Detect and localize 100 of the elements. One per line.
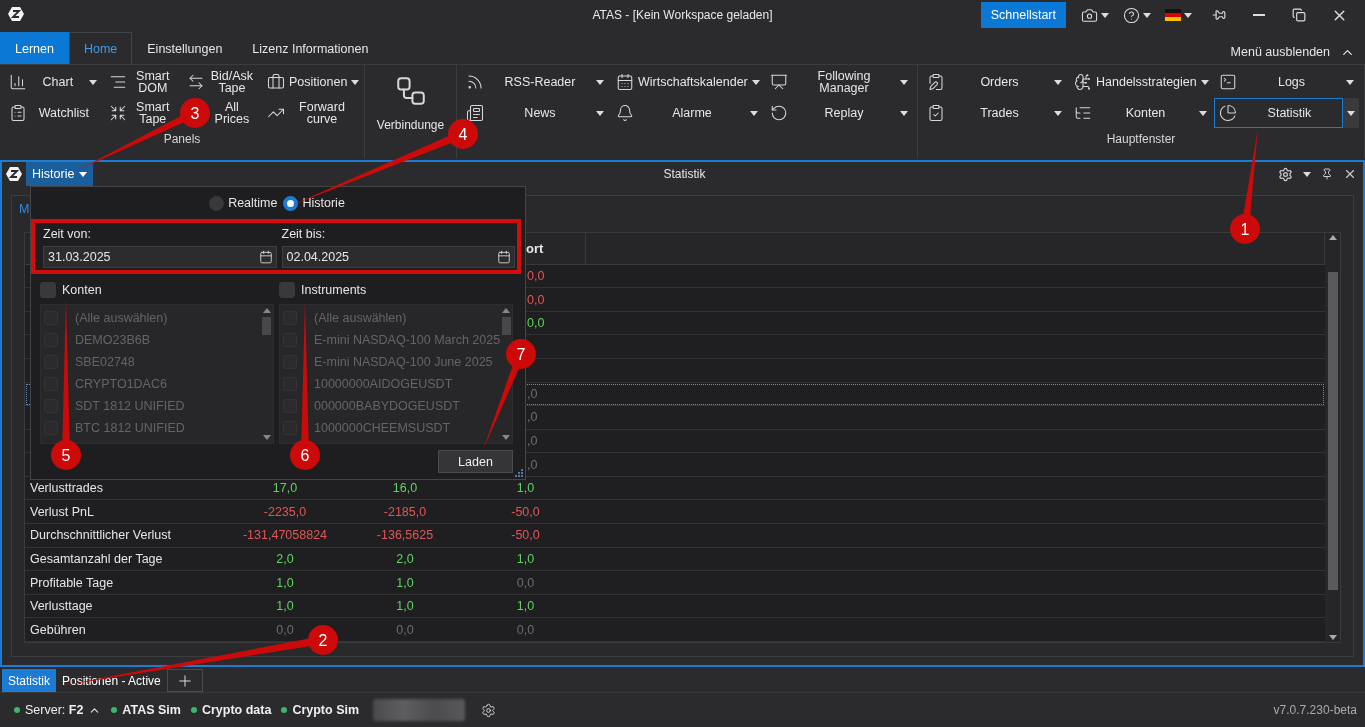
column-heading: ort [525,240,544,256]
ribbon-button[interactable]: Smart DOM [103,67,180,97]
flag-icon [1165,9,1181,21]
caret-icon [1143,12,1151,18]
panel-tab[interactable]: M [19,199,30,221]
ribbon-button[interactable]: Replay [765,98,913,128]
radio-label[interactable]: Historie [302,196,345,210]
ribbon-button[interactable]: Alarme [611,98,763,128]
close-icon[interactable] [1343,167,1357,181]
scrollbar[interactable] [1325,233,1340,642]
ribbon-button[interactable]: News [461,98,609,128]
caret-icon [88,79,97,85]
scroll-thumb[interactable] [501,317,511,335]
scroll-down-icon[interactable] [262,435,271,440]
document-tab[interactable]: Statistik [2,669,56,692]
table-cell: 2,0 [276,551,294,566]
ribbon-button[interactable]: Trades [922,98,1067,128]
table-cell: 1,0 [396,575,414,590]
dropdown-button[interactable] [1343,98,1359,128]
calendar-icon[interactable] [258,250,273,264]
table-cell-text: Verlust PnL [29,504,95,519]
ribbon-button[interactable]: Statistik [1214,98,1343,128]
scroll-down-icon[interactable] [502,435,511,440]
ribbon-button[interactable]: Following Manager [765,67,913,97]
resize-grip-icon[interactable] [514,468,523,477]
ribbon-button[interactable]: Smart Tape [103,98,180,128]
callout-tooltip: 1 [1230,128,1260,244]
scroll-thumb[interactable] [1327,272,1338,590]
table-cell: 1,0 [396,599,414,614]
radio-button[interactable] [209,195,225,211]
table-cell: 0,0 [516,575,535,590]
connection-label[interactable]: Crypto Sim [292,703,360,717]
help-icon [1123,6,1140,24]
table-cell: 0,0 [396,622,414,637]
caret-icon [1199,110,1207,116]
mode-dropdown[interactable]: Historie [26,162,94,186]
scroll-up-icon[interactable] [262,308,271,313]
ribbon-button[interactable]: Forward curve [262,98,360,128]
table-cell-text: Durchschnittlicher Verlust [29,528,173,543]
ribbon-tab[interactable]: Home [68,32,133,64]
ribbon-button[interactable]: Positionen [262,67,365,97]
connection-label[interactable]: Server: F2 [25,703,84,717]
connection-label[interactable]: ATAS Sim [122,703,181,717]
ribbon-button[interactable]: Handelsstrategien [1069,67,1214,97]
hide-menu-link[interactable]: Menü ausblenden [1230,45,1330,59]
replay-icon [770,104,788,122]
radio-label[interactable]: Realtime [228,196,278,210]
ribbon-button[interactable]: RSS-Reader [461,67,609,97]
ribbon-button[interactable]: Chart [4,67,102,97]
pin-icon[interactable] [1321,168,1333,180]
minimize-icon [1253,14,1265,16]
load-button[interactable]: Laden [438,450,513,473]
table-cell-text: Verlusttage [29,599,94,614]
caret-icon [750,110,758,116]
table-row[interactable]: Profitable Tage 1,0 1,0 0,0 [25,571,1325,595]
caret-icon [1101,12,1109,18]
ribbon-button[interactable]: Bid/Ask Tape [181,67,260,97]
date-field[interactable]: 02.04.2025 [281,246,515,268]
brain-icon [1074,73,1092,91]
arrows-icon [186,73,205,91]
ribbon-button[interactable]: Orders [922,67,1067,97]
table-cell-text: Profitable Tage [29,575,115,590]
add-tab-button[interactable] [166,669,203,692]
camera-icon [1081,6,1098,24]
table-cell: 0,0 [276,622,294,637]
table-cell: 0,0 [516,622,535,637]
chart-icon [9,73,27,91]
calendar-icon[interactable] [497,250,511,264]
settings-icon[interactable] [481,702,497,718]
ribbon-tab[interactable]: Einstellungen [132,32,238,64]
clipboard-pen-icon [927,73,945,91]
ribbon-tab[interactable]: Lizenz Informationen [237,32,384,64]
date-field[interactable]: 31.03.2025 [43,246,277,268]
settings-icon[interactable] [1278,166,1293,182]
table-cell: -136,5625 [376,528,434,543]
ribbon-button[interactable]: Konten [1069,98,1212,128]
field-label: Zeit von: [43,227,92,241]
scroll-thumb[interactable] [262,317,271,335]
table-row[interactable]: Verlusttage 1,0 1,0 1,0 [25,594,1325,619]
scroll-up-icon[interactable] [502,308,511,313]
pin-icon [1212,8,1226,22]
ribbon-button[interactable]: Watchlist [4,98,102,128]
table-row[interactable]: Gesamtanzahl der Tage 2,0 2,0 1,0 [25,547,1325,572]
briefcase-icon [267,73,285,91]
scroll-up-icon[interactable] [1328,235,1337,240]
table-row[interactable]: Verlust PnL -2235,0 -2185,0 -50,0 [25,500,1325,525]
learn-button[interactable]: Lernen [0,32,69,64]
ribbon-button[interactable]: Logs [1214,67,1359,97]
connections-button[interactable]: Verbindunge [369,67,452,133]
caret-icon [1303,171,1311,177]
list-icon [1074,104,1092,122]
quick-start-button[interactable]: Schnellstart [980,2,1066,28]
group-label: Hauptfenster [1105,132,1177,148]
radio-button[interactable] [283,195,299,211]
scrollbar[interactable] [260,305,273,443]
document-tab[interactable]: Positionen - Active [56,669,167,692]
ribbon-button[interactable]: Wirtschaftskalender [611,67,765,97]
scroll-down-icon[interactable] [1328,635,1337,640]
connection-label[interactable]: Crypto data [201,703,272,717]
table-row[interactable]: Durchschnittlicher Verlust -131,47058824 -136,5625 -50,0 [25,524,1325,548]
